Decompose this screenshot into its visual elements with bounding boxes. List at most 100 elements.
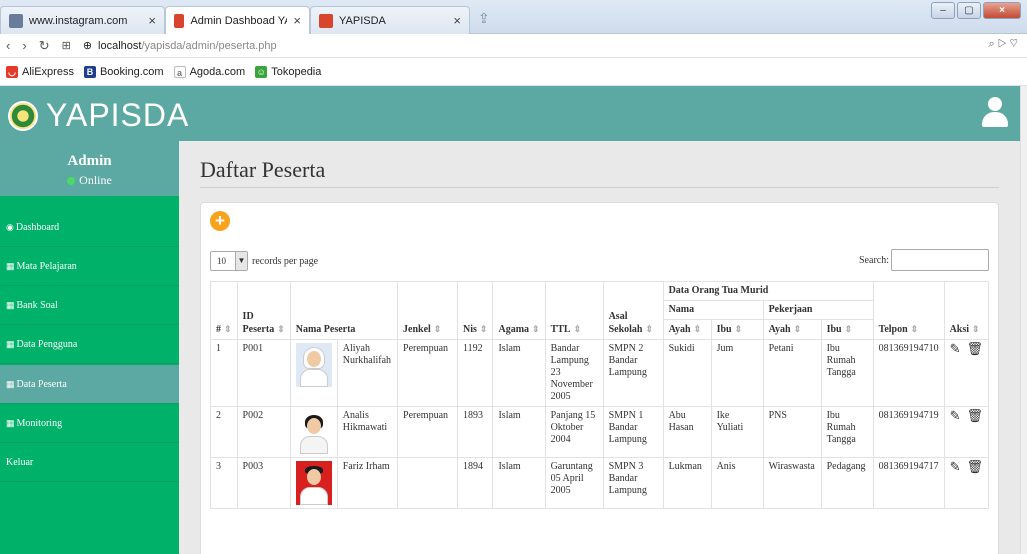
tab-title: Admin Dashboad YAPISD/ (190, 14, 287, 27)
maximize-icon[interactable]: ▢ (957, 2, 981, 19)
cell-id: P001 (236, 339, 291, 407)
forward-icon[interactable]: › (22, 38, 26, 53)
sidebar-item-label: Data Peserta (16, 378, 67, 390)
edit-pencil-icon[interactable]: ✎ (950, 342, 961, 355)
col-telpon[interactable]: Telpon ⇕ (872, 281, 945, 340)
close-icon[interactable]: × (453, 13, 461, 28)
sidebar-item-label: Data Pengguna (16, 338, 78, 350)
close-window-icon[interactable]: × (983, 2, 1021, 19)
user-icon[interactable] (982, 97, 1008, 127)
globe-icon: ⊕ (82, 40, 93, 52)
url-field[interactable]: ⊕ localhost/yapisda/admin/peserta.php (82, 39, 277, 53)
cell-jenkel (397, 457, 459, 509)
col-ibu[interactable]: Ibu ⇕ (710, 319, 764, 340)
close-icon[interactable]: × (293, 13, 301, 28)
window-controls: – ▢ × (931, 2, 1021, 19)
browser-tabbar: www.instagram.com × Admin Dashboad YAPIS… (0, 0, 1027, 34)
col-agama[interactable]: Agama ⇕ (492, 281, 546, 340)
sidebar-item-label: Keluar (6, 456, 34, 468)
heart-icon[interactable]: ♡ (1010, 38, 1021, 50)
brand-logo[interactable]: YAPISDA (8, 97, 189, 134)
sidebar-item-data-peserta[interactable]: ▦ Data Peserta (0, 365, 179, 404)
table-icon: ▦ (6, 299, 15, 310)
bookmark-aliexpress[interactable]: ◡ AliExpress (6, 65, 74, 78)
peserta-table: # ⇕ ID Peserta ⇕ Nama Peserta Jenkel ⇕ Nis ⇕… (210, 281, 990, 509)
col-label: Nama Peserta (295, 324, 356, 335)
edit-pencil-icon[interactable]: ✎ (950, 409, 961, 422)
sidebar-item-monitoring[interactable]: ▦ Monitoring (0, 404, 179, 443)
site-favicon-icon (174, 13, 185, 28)
page-scrollbar[interactable] (1020, 86, 1027, 554)
bookmark-agoda[interactable]: a Agoda.com (173, 65, 245, 78)
col-label: Pekerjaan (768, 304, 813, 315)
sidebar-item-mata-pelajaran[interactable]: ▦ Mata Pelajaran (0, 247, 179, 286)
bookmarks-bar: ◡ AliExpress B Booking.com a Agoda.com ☺ Tok… (0, 58, 1027, 86)
sidebar-item-dashboard[interactable]: ◉ Dashboard (0, 208, 179, 247)
apps-grid-icon[interactable]: ⊞ (62, 39, 71, 52)
sidebar-item-label: Mata Pelajaran (16, 260, 77, 272)
sort-icon: ⇕ (224, 324, 232, 334)
address-bar: ‹ › ↻ ⊞ ⊕ localhost/yapisda/admin/pesert… (0, 34, 1027, 58)
edit-pencil-icon[interactable]: ✎ (950, 460, 961, 473)
title-divider (200, 187, 999, 188)
student-photo (295, 343, 332, 387)
cell-ibu: Ike Yuliati (710, 406, 764, 458)
send-icon[interactable]: ▷ (998, 38, 1010, 50)
main-content: Daftar Peserta + 10 ▼ records per page Se… (179, 141, 1020, 554)
minimize-icon[interactable]: – (931, 2, 955, 19)
col-aksi[interactable]: Aksi ⇕ (943, 281, 990, 340)
browser-tab-admin[interactable]: Admin Dashboad YAPISD/ × (165, 6, 310, 34)
table-icon: ▦ (6, 338, 15, 349)
sidebar-item-keluar[interactable]: Keluar (0, 443, 179, 482)
col-nama[interactable]: Nama Peserta (289, 281, 399, 340)
sidebar-item-data-pengguna[interactable]: ▦ Data Pengguna (0, 325, 179, 364)
cell-kerja-ayah: PNS (762, 406, 822, 458)
cell-jenkel: Perempuan (397, 339, 459, 407)
trash-icon[interactable]: 🗑 (966, 409, 983, 422)
sort-icon: ⇕ (910, 324, 919, 334)
add-peserta-button[interactable]: + (210, 211, 230, 231)
agoda-icon: a (173, 65, 186, 78)
cell-kerja-ayah: Petani (762, 339, 822, 407)
cell-photo (289, 339, 338, 407)
table-icon: ▦ (6, 417, 15, 428)
trash-icon[interactable]: 🗑 (966, 460, 983, 473)
col-label: Jenkel (403, 324, 431, 335)
col-ayah[interactable]: Ayah ⇕ (662, 319, 712, 340)
col-sekolah[interactable]: Asal Sekolah ⇕ (602, 281, 664, 340)
col-jenkel[interactable]: Jenkel ⇕ (397, 281, 459, 340)
tab-title: www.instagram.com (29, 14, 128, 27)
col-no[interactable]: # ⇕ (210, 281, 238, 340)
trash-icon[interactable]: 🗑 (966, 342, 983, 355)
col-nis[interactable]: Nis ⇕ (457, 281, 494, 340)
sidebar-item-bank-soal[interactable]: ▦ Bank Soal (0, 286, 179, 325)
records-per-page-select[interactable]: 10 ▼ (210, 251, 248, 271)
search-input[interactable] (891, 249, 989, 271)
col-ortu: Data Orang Tua Murid (662, 281, 874, 301)
browser-tab-yapisda[interactable]: YAPISDA × (310, 6, 470, 34)
bookmark-tokopedia[interactable]: ☺ Tokopedia (255, 65, 321, 78)
close-icon[interactable]: × (148, 13, 156, 28)
cell-no: 1 (210, 339, 238, 407)
col-kerja-ayah[interactable]: Ayah ⇕ (762, 319, 822, 340)
col-kerja-ibu[interactable]: Ibu ⇕ (820, 319, 874, 340)
back-icon[interactable]: ‹ (6, 38, 10, 53)
site-favicon-icon (319, 13, 333, 28)
col-ortu-kerja: Pekerjaan (762, 300, 874, 320)
col-label: Aksi (949, 324, 970, 335)
records-label: records per page (252, 255, 319, 267)
bookmark-booking[interactable]: B Booking.com (83, 65, 164, 78)
cell-sekolah: SMPN 1 Bandar Lampung (602, 406, 664, 458)
cell-agama: Islam (492, 406, 546, 458)
reload-icon[interactable]: ↻ (39, 38, 50, 54)
chevron-down-icon: ▼ (235, 252, 247, 270)
col-ttl[interactable]: TTL ⇕ (544, 281, 604, 340)
col-label: Ayah (768, 324, 791, 335)
browser-tab-instagram[interactable]: www.instagram.com × (0, 6, 165, 34)
col-ortu-nama: Nama (662, 300, 764, 320)
col-id[interactable]: ID Peserta ⇕ (236, 281, 291, 340)
sidebar: Admin Online ◉ Dashboard ▦ Mata Pelajaran … (0, 141, 179, 554)
new-tab-icon[interactable]: ⇪ (478, 10, 490, 27)
sort-icon: ⇕ (532, 324, 540, 334)
search-icon[interactable]: ⌕ (989, 38, 998, 50)
